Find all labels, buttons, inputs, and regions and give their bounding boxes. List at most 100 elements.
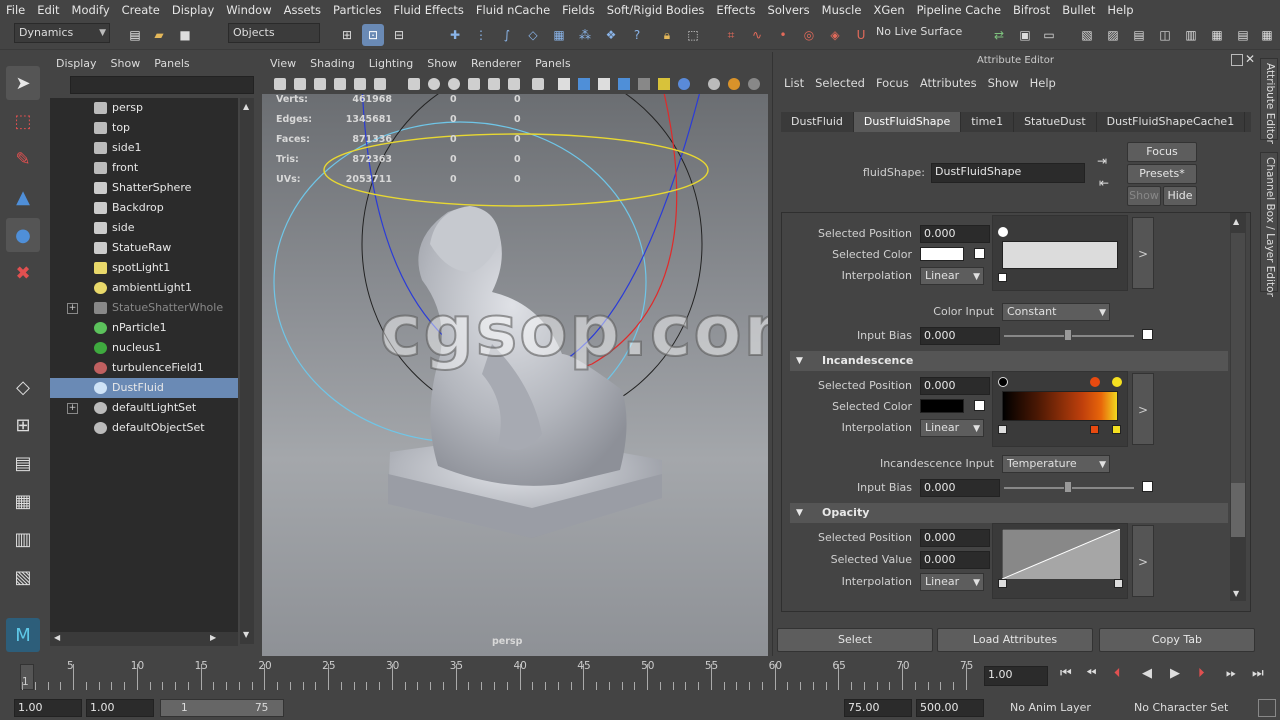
hierarchy-mode-icon[interactable]: ⊞ [336,24,358,46]
expand-icon[interactable]: + [67,403,78,414]
ramp-delete-orange-icon[interactable] [1090,425,1099,434]
construction-history-icon[interactable]: ▣ [1014,24,1036,46]
menu-xgen[interactable]: XGen [867,3,910,17]
snap-grid-icon[interactable]: ⌗ [720,24,742,46]
scroll-up-icon[interactable]: ▲ [1233,217,1239,226]
attr-menu-focus[interactable]: Focus [871,76,915,90]
component-mode-icon[interactable]: ⊟ [388,24,410,46]
persp-outliner-layout-icon[interactable]: ▤ [6,446,40,480]
ramp-delete-icon[interactable] [998,425,1007,434]
tab-dustfluid[interactable]: DustFluid [781,112,854,132]
color-input-bias-slider-handle[interactable] [1064,329,1072,341]
tab-dustfluidshapecache1[interactable]: DustFluidShapeCache1 [1097,112,1246,132]
graph-editor-layout-icon[interactable]: ▧ [6,560,40,594]
opacity-selected-position-field[interactable]: 0.000 [920,529,990,547]
incand-input-dropdown[interactable]: Temperature ▼ [1002,455,1110,473]
lasso-tool-icon[interactable]: ⬚ [6,104,40,138]
step-back-key-icon[interactable]: ⏪︎ [1086,666,1096,681]
lock-selection-icon[interactable]: 🔒︎ [656,24,678,46]
menu-create[interactable]: Create [116,3,166,17]
float-panel-icon[interactable] [1231,54,1243,66]
presets-button[interactable]: Presets* [1127,164,1197,184]
select-tool-icon[interactable]: ➤ [6,66,40,100]
new-scene-icon[interactable]: ▤ [124,24,146,46]
ramp-handle-black-icon[interactable] [998,377,1008,387]
channel-box-toggle-icon[interactable]: ▤ [1232,24,1254,46]
opacity-section-header[interactable]: ▼ Opacity [790,503,1228,523]
select-button[interactable]: Select [777,628,933,652]
menu-solvers[interactable]: Solvers [762,3,816,17]
outliner-item[interactable]: front [50,158,238,178]
incand-input-bias-slider-handle[interactable] [1064,481,1072,493]
outliner-item[interactable]: top [50,118,238,138]
viewport-menu-shading[interactable]: Shading [302,57,361,70]
incand-bias-map-icon[interactable] [1142,481,1153,492]
incand-map-icon[interactable] [974,400,985,411]
snap-point-icon[interactable]: • [772,24,794,46]
tab-dustfluidshape[interactable]: DustFluidShape [853,112,962,132]
menu-soft-rigid-bodies[interactable]: Soft/Rigid Bodies [601,3,711,17]
go-to-end-icon[interactable]: ⏭ [1252,666,1264,681]
animation-end-field[interactable]: 500.00 [916,699,984,717]
opacity-ramp-delete-icon[interactable] [998,579,1007,588]
viewport-menu-panels[interactable]: Panels [527,57,576,70]
magnet-icon[interactable]: U [850,24,872,46]
playback-end-field[interactable]: 75.00 [844,699,912,717]
outliner-item[interactable]: nParticle1 [50,318,238,338]
animation-start-field[interactable]: 1.00 [14,699,82,717]
menu-muscle[interactable]: Muscle [816,3,868,17]
tab-statuedust[interactable]: StatueDust [1014,112,1097,132]
step-forward-key-icon[interactable]: ⏩︎ [1226,666,1236,681]
scroll-up-icon[interactable]: ▲ [243,102,249,111]
attr-menu-list[interactable]: List [779,76,810,90]
menu-fluid-ncache[interactable]: Fluid nCache [470,3,556,17]
outliner-item[interactable]: nucleus1 [50,338,238,358]
menu-fluid-effects[interactable]: Fluid Effects [388,3,470,17]
menu-bullet[interactable]: Bullet [1056,3,1101,17]
outliner-item[interactable]: turbulenceField1 [50,358,238,378]
step-back-frame-icon[interactable]: ⏴ [1114,666,1121,681]
make-live-icon[interactable]: ◈ [824,24,846,46]
color-ramp[interactable] [1002,241,1118,269]
menu-display[interactable]: Display [166,3,220,17]
show-button[interactable]: Show [1127,186,1161,206]
outliner-vertical-scrollbar[interactable]: ▲ ▼ [240,98,254,644]
ramp-delete-yellow-icon[interactable] [1112,425,1121,434]
select-joints-icon[interactable]: ⋮ [470,24,492,46]
outliner-item[interactable]: + StatueShatterWhole [50,298,238,318]
scroll-right-icon[interactable]: ▶ [210,633,216,642]
tool-settings-toggle-icon[interactable]: ▦ [1206,24,1228,46]
focus-button[interactable]: Focus [1127,142,1197,162]
color-map-icon[interactable] [974,248,985,259]
rotate-tool-icon[interactable]: ● [6,218,40,252]
incand-interpolation-dropdown[interactable]: Linear ▼ [920,419,984,437]
tab-attribute-editor[interactable]: Attribute Editor [1260,58,1278,144]
focus-output-icon[interactable]: ⇤ [1099,176,1109,190]
color-selected-position-field[interactable]: 0.000 [920,225,990,243]
render-current-icon[interactable]: ▧ [1076,24,1098,46]
open-scene-icon[interactable]: ▰ [148,24,170,46]
outliner-item[interactable]: persp [50,98,238,118]
current-frame-field[interactable]: 1.00 [984,666,1048,686]
render-view-icon[interactable]: ▭ [1038,24,1060,46]
layer-editor-toggle-icon[interactable]: ▦ [1256,24,1278,46]
scrollbar-thumb[interactable] [1231,483,1245,537]
hypershade-icon[interactable]: ◫ [1154,24,1176,46]
tab-time1[interactable]: time1 [961,112,1015,132]
opacity-interpolation-dropdown[interactable]: Linear ▼ [920,573,984,591]
outliner-item[interactable]: StatueRaw [50,238,238,258]
outliner-item[interactable]: Backdrop [50,198,238,218]
opacity-ramp[interactable] [1002,529,1120,579]
snap-curve-icon[interactable]: ∿ [746,24,768,46]
viewport-menu-renderer[interactable]: Renderer [463,57,527,70]
select-surfaces-icon[interactable]: ◇ [522,24,544,46]
menu-pipeline-cache[interactable]: Pipeline Cache [911,3,1007,17]
viewport-menu-view[interactable]: View [262,57,302,70]
node-name-field[interactable]: DustFluidShape [931,163,1085,183]
play-forwards-icon[interactable]: ▶ [1170,666,1180,681]
ramp-handle-yellow-icon[interactable] [1112,377,1122,387]
select-misc-icon[interactable]: ? [626,24,648,46]
save-scene-icon[interactable]: ■ [174,24,196,46]
selection-mode-dropdown[interactable]: Objects [228,23,320,43]
persp-graph-layout-icon[interactable]: ▦ [6,484,40,518]
